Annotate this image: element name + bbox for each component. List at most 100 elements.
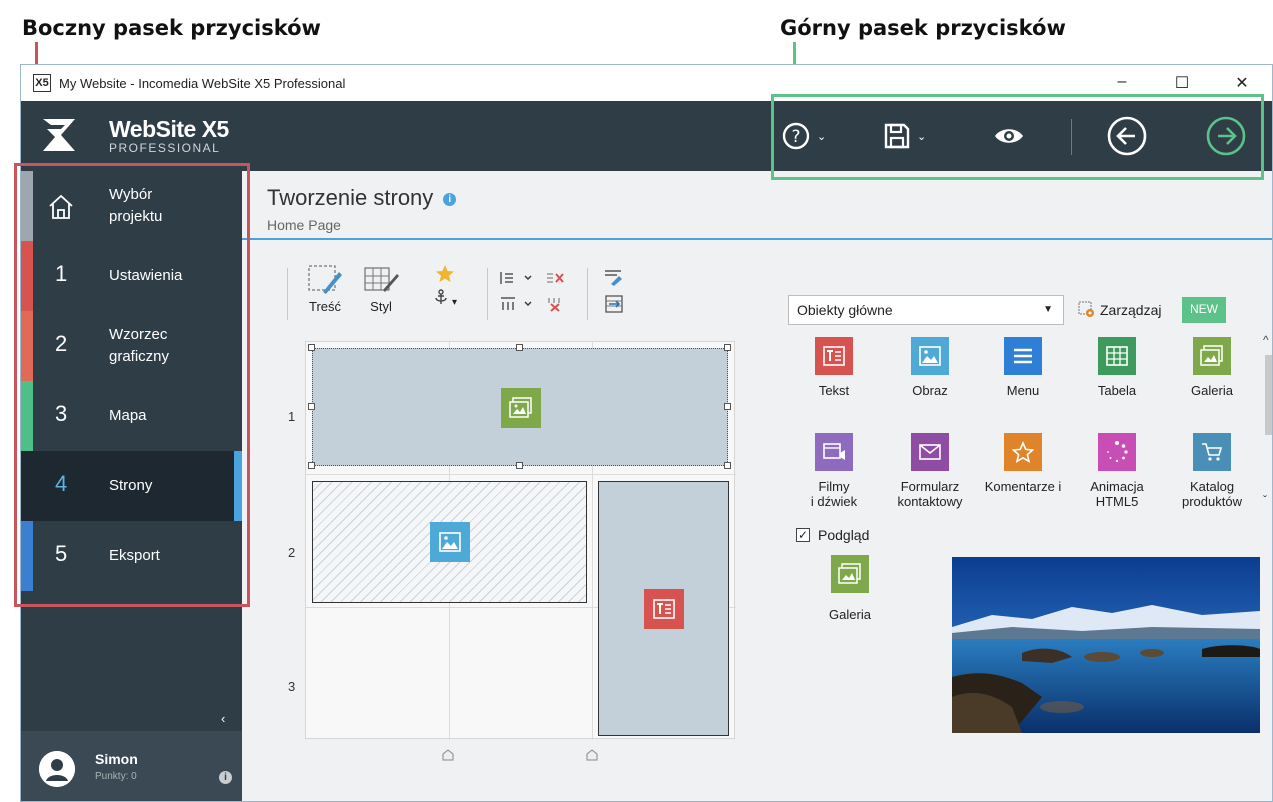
preview-checkbox[interactable]: ✓ Podgląd bbox=[796, 527, 869, 543]
catalog-icon bbox=[1193, 433, 1231, 471]
image-icon bbox=[430, 522, 470, 562]
delete-column-tool[interactable] bbox=[543, 270, 567, 289]
edit-content-icon bbox=[308, 265, 342, 294]
column-slider-handle[interactable] bbox=[586, 749, 598, 764]
scroll-up-icon[interactable]: ^ bbox=[1263, 333, 1269, 347]
gallery-icon bbox=[1193, 337, 1231, 375]
object-label: Komentarze i bbox=[984, 479, 1062, 494]
grid-cell-banner-image[interactable] bbox=[312, 348, 728, 466]
resize-handle[interactable] bbox=[724, 344, 731, 351]
image-icon bbox=[911, 337, 949, 375]
sidebar-item-project[interactable]: Wybór projektu bbox=[21, 171, 242, 241]
app-logo-icon: X5 bbox=[33, 74, 51, 92]
grid-cell-text[interactable] bbox=[598, 481, 729, 736]
page-title: Tworzenie strony i bbox=[267, 185, 457, 211]
content-tool-button[interactable]: Treść bbox=[305, 264, 345, 314]
save-button[interactable]: ⌄ bbox=[883, 117, 926, 155]
chevron-down-icon: ⌄ bbox=[917, 130, 927, 143]
sidebar-item-map[interactable]: 3 Mapa bbox=[21, 381, 242, 451]
sidebar-item-export[interactable]: 5 Eksport bbox=[21, 521, 242, 591]
preview-object-label: Galeria bbox=[829, 607, 871, 622]
format-tool[interactable] bbox=[599, 268, 629, 289]
object-category-select[interactable]: Obiekty główne ▼ bbox=[788, 295, 1064, 325]
object-catalog[interactable]: Katalog produktów bbox=[1169, 433, 1255, 509]
format-painter-icon bbox=[605, 270, 622, 286]
top-header: WebSite X5 PROFESSIONAL ? ⌄ ⌄ bbox=[21, 101, 1272, 171]
anchor-tool[interactable]: ▾ bbox=[425, 289, 465, 308]
preview-photo bbox=[952, 557, 1260, 733]
info-icon[interactable]: i bbox=[443, 192, 457, 206]
object-animation[interactable]: Animacja HTML5 bbox=[1074, 433, 1160, 509]
sidebar-item-label: Ustawienia bbox=[109, 267, 183, 284]
grid-cell-image[interactable] bbox=[312, 481, 587, 603]
preview-object: Galeria bbox=[822, 555, 878, 622]
text-icon bbox=[644, 589, 684, 629]
object-gallery[interactable]: Galeria bbox=[1169, 337, 1255, 398]
close-button[interactable]: ✕ bbox=[1212, 73, 1272, 93]
table-icon bbox=[1098, 337, 1136, 375]
fit-tool[interactable] bbox=[599, 294, 629, 317]
maximize-button[interactable]: ☐ bbox=[1152, 73, 1212, 93]
column-slider-handle[interactable] bbox=[442, 749, 454, 764]
next-button[interactable] bbox=[1205, 116, 1247, 156]
resize-handle[interactable] bbox=[308, 344, 315, 351]
chevron-down-icon: ▾ bbox=[451, 297, 458, 308]
object-video[interactable]: Filmy i dźwiek bbox=[791, 433, 877, 509]
minimize-button[interactable]: – bbox=[1092, 73, 1152, 93]
star-icon bbox=[436, 265, 454, 282]
chevron-down-icon: ▼ bbox=[1043, 304, 1053, 315]
object-comments[interactable]: Komentarze i bbox=[980, 433, 1066, 494]
form-icon bbox=[911, 433, 949, 471]
object-category-value: Obiekty główne bbox=[797, 302, 893, 318]
scroll-thumb[interactable] bbox=[1265, 355, 1272, 435]
active-indicator bbox=[234, 451, 242, 521]
preview-button[interactable] bbox=[993, 117, 1025, 155]
resize-handle[interactable] bbox=[308, 403, 315, 410]
collapse-sidebar-button[interactable]: ‹ bbox=[221, 711, 225, 726]
manage-icon bbox=[1078, 301, 1094, 317]
sidebar-item-number: 1 bbox=[55, 261, 68, 286]
sidebar-item-settings[interactable]: 1 Ustawienia bbox=[21, 241, 242, 311]
title-bar: X5 My Website - Incomedia WebSite X5 Pro… bbox=[21, 65, 1272, 101]
object-text[interactable]: Tekst bbox=[791, 337, 877, 398]
objects-scrollbar[interactable]: ^ ˇ bbox=[1262, 333, 1272, 513]
help-button[interactable]: ? ⌄ bbox=[781, 117, 826, 155]
row-number: 2 bbox=[288, 545, 296, 560]
preview-checkbox-label: Podgląd bbox=[818, 527, 870, 543]
style-tool-label: Styl bbox=[370, 299, 392, 314]
sidebar-stripe bbox=[21, 521, 33, 591]
resize-handle[interactable] bbox=[308, 462, 315, 469]
back-button[interactable] bbox=[1106, 116, 1148, 156]
merge-left-tool[interactable] bbox=[497, 270, 537, 289]
resize-handle[interactable] bbox=[516, 462, 523, 469]
object-form[interactable]: Formularz kontaktowy bbox=[887, 433, 973, 509]
object-table[interactable]: Tabela bbox=[1074, 337, 1160, 398]
resize-handle[interactable] bbox=[516, 344, 523, 351]
user-panel: Simon Punkty: 0 i bbox=[21, 731, 242, 801]
chevron-down-icon: ⌄ bbox=[817, 130, 827, 143]
sidebar-item-label: Mapa bbox=[109, 407, 147, 424]
sidebar-item-template[interactable]: 2 Wzorzec graficzny bbox=[21, 311, 242, 381]
resize-handle[interactable] bbox=[724, 403, 731, 410]
window-title: My Website - Incomedia WebSite X5 Profes… bbox=[59, 75, 346, 91]
app-window: X5 My Website - Incomedia WebSite X5 Pro… bbox=[20, 64, 1273, 802]
slider-handle-icon bbox=[442, 749, 454, 761]
merge-up-tool[interactable] bbox=[497, 296, 537, 315]
object-menu[interactable]: Menu bbox=[980, 337, 1066, 398]
style-tool-button[interactable]: Styl bbox=[361, 264, 401, 314]
object-image[interactable]: Obraz bbox=[887, 337, 973, 398]
sidebar-item-pages[interactable]: 4 Strony bbox=[21, 451, 242, 521]
content-tool-label: Treść bbox=[308, 299, 342, 314]
text-icon bbox=[815, 337, 853, 375]
favorite-tool[interactable]: ▾ bbox=[425, 264, 465, 308]
info-icon[interactable]: i bbox=[219, 771, 232, 784]
object-label: Filmy i dźwiek bbox=[810, 479, 858, 509]
delete-row-tool[interactable] bbox=[543, 296, 567, 315]
scroll-down-icon[interactable]: ˇ bbox=[1263, 493, 1267, 507]
resize-handle[interactable] bbox=[724, 462, 731, 469]
brand-name: WebSite X5 bbox=[109, 116, 229, 142]
checkbox-check-icon[interactable]: ✓ bbox=[796, 528, 810, 542]
avatar[interactable] bbox=[39, 751, 75, 787]
manage-button[interactable]: Zarządzaj bbox=[1078, 301, 1161, 319]
back-arrow-icon bbox=[1107, 116, 1147, 156]
